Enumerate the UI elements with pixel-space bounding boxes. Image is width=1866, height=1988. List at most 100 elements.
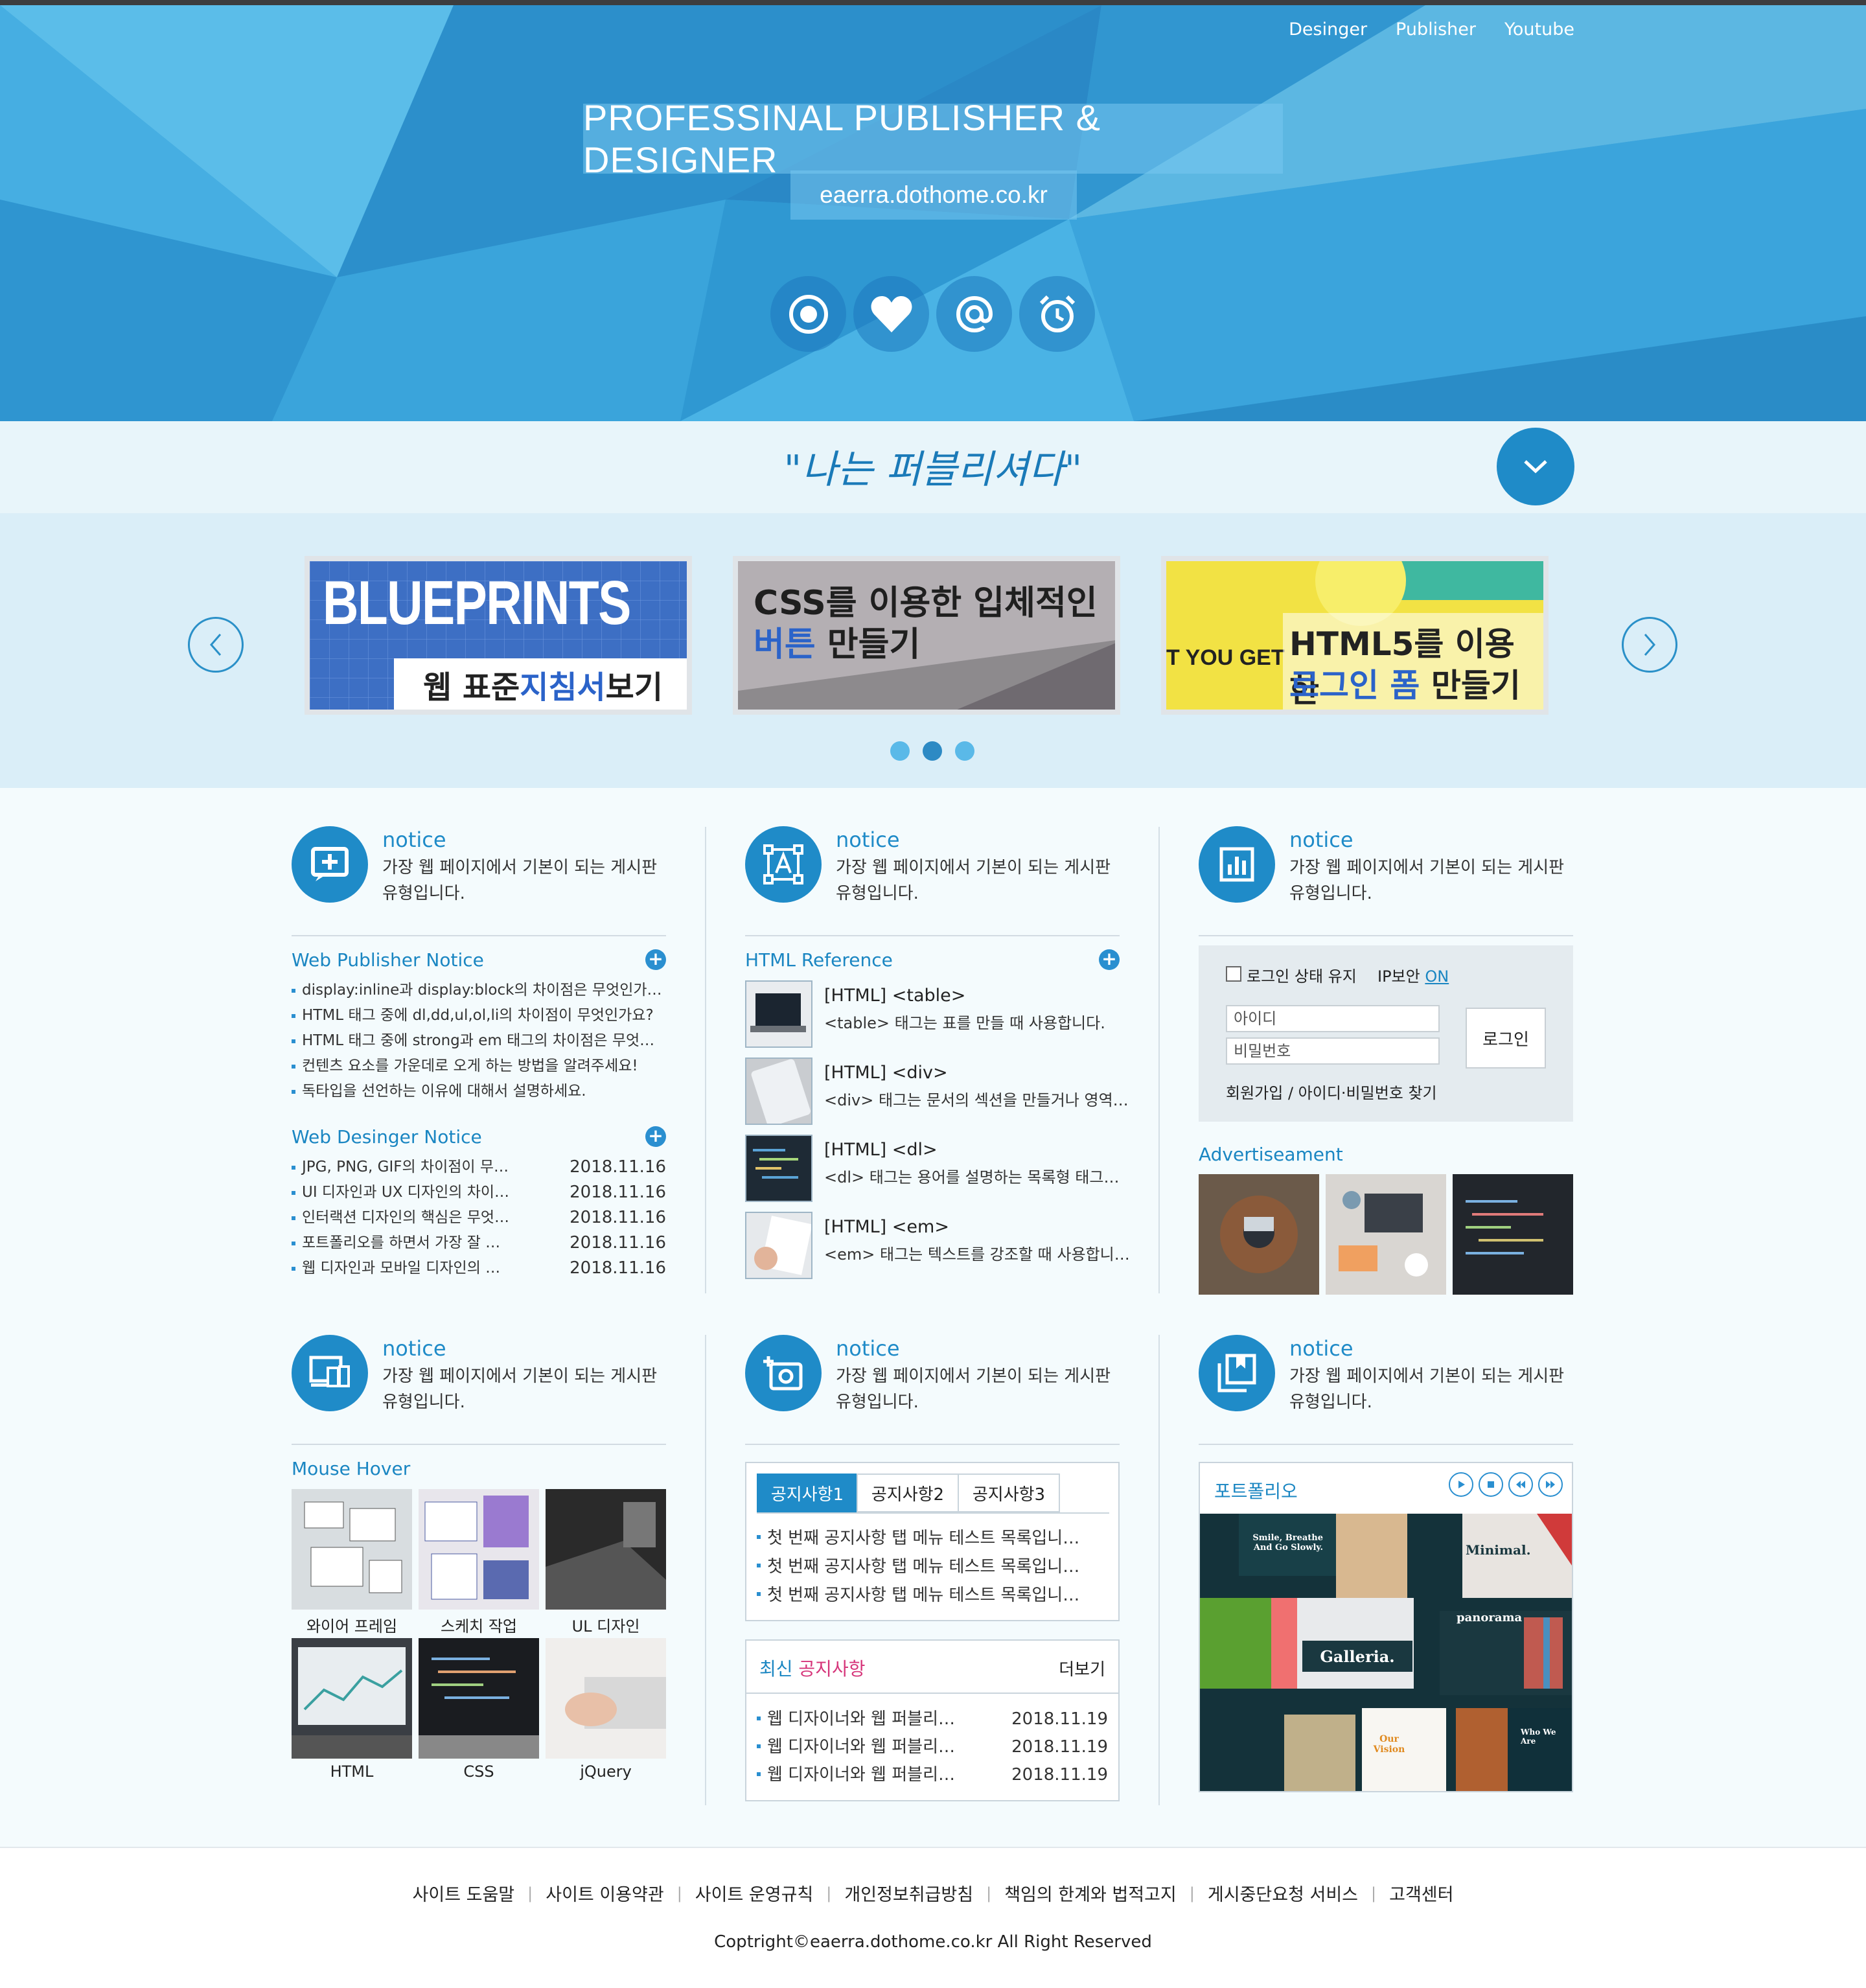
stop-icon[interactable]	[1479, 1472, 1503, 1497]
card-galleria-text: Galleria.	[1302, 1641, 1412, 1672]
hover-image-wireframe[interactable]	[292, 1489, 412, 1610]
hover-caption: CSS	[463, 1763, 494, 1781]
notice-description: 가장 웹 페이지에서 기본이 되는 게시판 유형입니다.	[1289, 1367, 1565, 1412]
hover-image-ui[interactable]	[546, 1489, 666, 1610]
more-link[interactable]: 더보기	[1059, 1656, 1105, 1680]
password-field[interactable]: 비밀번호	[1226, 1037, 1440, 1065]
footer-link-support[interactable]: 고객센터	[1389, 1880, 1453, 1906]
footer-link-rules[interactable]: 사이트 운영규칙	[695, 1880, 813, 1906]
list-item[interactable]: 웹 디자이너와 웹 퍼블리… 2018.11.19	[757, 1761, 1108, 1789]
column-divider	[705, 1335, 706, 1805]
more-plus-icon[interactable]: +	[645, 1126, 666, 1147]
tab-notice-2[interactable]: 공지사항2	[857, 1474, 959, 1512]
keep-login-checkbox[interactable]	[1226, 966, 1241, 982]
hero-icon-row	[770, 276, 1095, 352]
slide-blueprints[interactable]: BLUEPRINTS 웹 표준 지침서 보기	[305, 556, 692, 715]
list-item[interactable]: 포트폴리오를 하면서 가장 잘 … 2018.11.16	[292, 1231, 666, 1256]
slide1-title: BLUEPRINTS	[323, 568, 631, 638]
latest-notice-box: 최신 공지사항 더보기 웹 디자이너와 웹 퍼블리… 2018.11.19 웹 디…	[745, 1639, 1120, 1801]
list-item[interactable]: 첫 번째 공지사항 탭 메뉴 테스트 목록입니…	[757, 1581, 1107, 1610]
reference-item[interactable]: [HTML] <em> <em> 태그는 텍스트를 강조할 때 사용합니…	[745, 1212, 1130, 1279]
notice-title: notice	[1289, 827, 1353, 852]
notice-title: notice	[382, 1336, 446, 1361]
footer-link-help[interactable]: 사이트 도움말	[413, 1880, 515, 1906]
reference-item[interactable]: [HTML] <div> <div> 태그는 문서의 섹션을 만들거나 영역…	[745, 1058, 1129, 1125]
slider-prev-button[interactable]	[188, 617, 244, 673]
reference-thumbnail	[745, 1058, 812, 1125]
heart-icon[interactable]	[853, 276, 929, 352]
tab-divider	[757, 1512, 1109, 1514]
ip-security-toggle[interactable]: ON	[1425, 967, 1449, 986]
list-item[interactable]: 웹 디자인과 모바일 디자인의 … 2018.11.16	[292, 1256, 666, 1281]
notice-header: notice 가장 웹 페이지에서 기본이 되는 게시판 유형입니다.	[1199, 1335, 1573, 1445]
nav-publisher[interactable]: Publisher	[1396, 19, 1476, 40]
tab-notice-3[interactable]: 공지사항3	[958, 1474, 1060, 1512]
list-item[interactable]: 첫 번째 공지사항 탭 메뉴 테스트 목록입니…	[757, 1524, 1107, 1553]
list-item[interactable]: UI 디자인과 UX 디자인의 차이… 2018.11.16	[292, 1180, 666, 1205]
signup-find-links[interactable]: 회원가입 / 아이디·비밀번호 찾기	[1226, 1080, 1437, 1103]
reference-item[interactable]: [HTML] <dl> <dl> 태그는 용어를 설명하는 목록형 태그…	[745, 1135, 1120, 1202]
footer-link-terms[interactable]: 사이트 이용약관	[546, 1880, 663, 1906]
slide-css-button[interactable]: CSS를 이용한 입체적인 버튼 만들기	[733, 556, 1120, 715]
html-reference-column: notice 가장 웹 페이지에서 기본이 되는 게시판 유형입니다. HTML…	[745, 826, 1130, 1306]
mouse-hover-column: notice 가장 웹 페이지에서 기본이 되는 게시판 유형입니다. Mous…	[292, 1335, 666, 1814]
login-button[interactable]: 로그인	[1466, 1008, 1546, 1069]
nav-youtube[interactable]: Youtube	[1504, 19, 1574, 40]
list-item[interactable]: HTML 태그 중에 dl,dd,ul,ol,li의 차이점이 무엇인가요?	[292, 1003, 666, 1028]
rewind-icon[interactable]	[1508, 1472, 1533, 1497]
nav-designer[interactable]: Desinger	[1289, 19, 1367, 40]
slider-dot-3[interactable]	[955, 741, 974, 761]
footer-link-legal[interactable]: 책임의 한계와 법적고지	[1004, 1880, 1177, 1906]
notice-title: notice	[836, 1336, 900, 1361]
scroll-down-button[interactable]	[1497, 428, 1574, 505]
hover-image-css[interactable]	[419, 1638, 539, 1759]
list-item[interactable]: 컨텐츠 요소를 가운데로 오게 하는 방법을 알려주세요!	[292, 1054, 666, 1079]
footer-link-takedown[interactable]: 게시중단요청 서비스	[1208, 1880, 1358, 1906]
reference-summary: <dl> 태그는 용어를 설명하는 목록형 태그…	[824, 1168, 1120, 1186]
slider-dot-2[interactable]	[923, 741, 942, 761]
designer-notice-title[interactable]: Web Desinger Notice	[292, 1126, 482, 1148]
list-item[interactable]: 웹 디자이너와 웹 퍼블리… 2018.11.19	[757, 1705, 1108, 1733]
slide-html5-login[interactable]: T YOU GET HTML5를 이용한 로그인 폼 만들기	[1161, 556, 1549, 715]
mouse-hover-title: Mouse Hover	[292, 1458, 411, 1479]
slider-next-button[interactable]	[1622, 617, 1677, 673]
list-item[interactable]: 웹 디자이너와 웹 퍼블리… 2018.11.19	[757, 1733, 1108, 1761]
hover-image-html[interactable]	[292, 1638, 412, 1759]
slogan-text: "나는 퍼블리셔다"	[783, 447, 1083, 492]
reference-item[interactable]: [HTML] <table> <table> 태그는 표를 만들 때 사용합니다…	[745, 980, 1120, 1048]
target-icon[interactable]	[770, 276, 846, 352]
more-plus-icon[interactable]: +	[1099, 949, 1120, 970]
login-column: notice 가장 웹 페이지에서 기본이 되는 게시판 유형입니다. 로그인 …	[1199, 826, 1573, 1306]
reference-thumbnail	[745, 980, 812, 1048]
footer-link-privacy[interactable]: 개인정보취급방침	[844, 1880, 973, 1906]
hover-image-jquery[interactable]	[546, 1638, 666, 1759]
ad-image-2[interactable]	[1326, 1174, 1446, 1295]
user-id-field[interactable]: 아이디	[1226, 1005, 1440, 1032]
hover-caption: UL 디자인	[571, 1617, 640, 1635]
list-item[interactable]: JPG, PNG, GIF의 차이점이 무… 2018.11.16	[292, 1155, 666, 1180]
html-reference-title[interactable]: HTML Reference	[745, 949, 893, 971]
more-plus-icon[interactable]: +	[645, 949, 666, 970]
notice-description: 가장 웹 페이지에서 기본이 되는 게시판 유형입니다.	[836, 1367, 1111, 1412]
list-item[interactable]: display:inline과 display:block의 차이점은 무엇인가…	[292, 978, 666, 1003]
notice-title: notice	[1289, 1336, 1353, 1361]
play-icon[interactable]	[1449, 1472, 1473, 1497]
hero-url: eaerra.dothome.co.kr	[820, 181, 1048, 208]
list-item[interactable]: 인터랙션 디자인의 핵심은 무엇… 2018.11.16	[292, 1205, 666, 1231]
ad-image-1[interactable]	[1199, 1174, 1319, 1295]
list-item[interactable]: HTML 태그 중에 strong과 em 태그의 차이점은 무엇…	[292, 1028, 666, 1054]
slider-dot-1[interactable]	[890, 741, 910, 761]
portfolio-column: notice 가장 웹 페이지에서 기본이 되는 게시판 유형입니다. 포트폴리…	[1199, 1335, 1573, 1814]
card-who-text: Who We Are	[1521, 1728, 1556, 1746]
hover-image-sketch[interactable]	[419, 1489, 539, 1610]
ad-image-3[interactable]	[1453, 1174, 1573, 1295]
publisher-notice-title[interactable]: Web Publisher Notice	[292, 949, 484, 971]
portfolio-preview[interactable]: Smile, Breathe And Go Slowly. Minimal. G…	[1200, 1514, 1572, 1791]
alarm-clock-icon[interactable]	[1019, 276, 1095, 352]
list-item[interactable]: 독타입을 선언하는 이유에 대해서 설명하세요.	[292, 1079, 666, 1104]
tab-notice-1[interactable]: 공지사항1	[757, 1474, 858, 1512]
forward-icon[interactable]	[1538, 1472, 1563, 1497]
at-icon[interactable]	[936, 276, 1012, 352]
footer: 사이트 도움말 | 사이트 이용약관 | 사이트 운영규칙 | 개인정보취급방침 | 책…	[0, 1847, 1866, 1988]
list-item[interactable]: 첫 번째 공지사항 탭 메뉴 테스트 목록입니…	[757, 1553, 1107, 1581]
